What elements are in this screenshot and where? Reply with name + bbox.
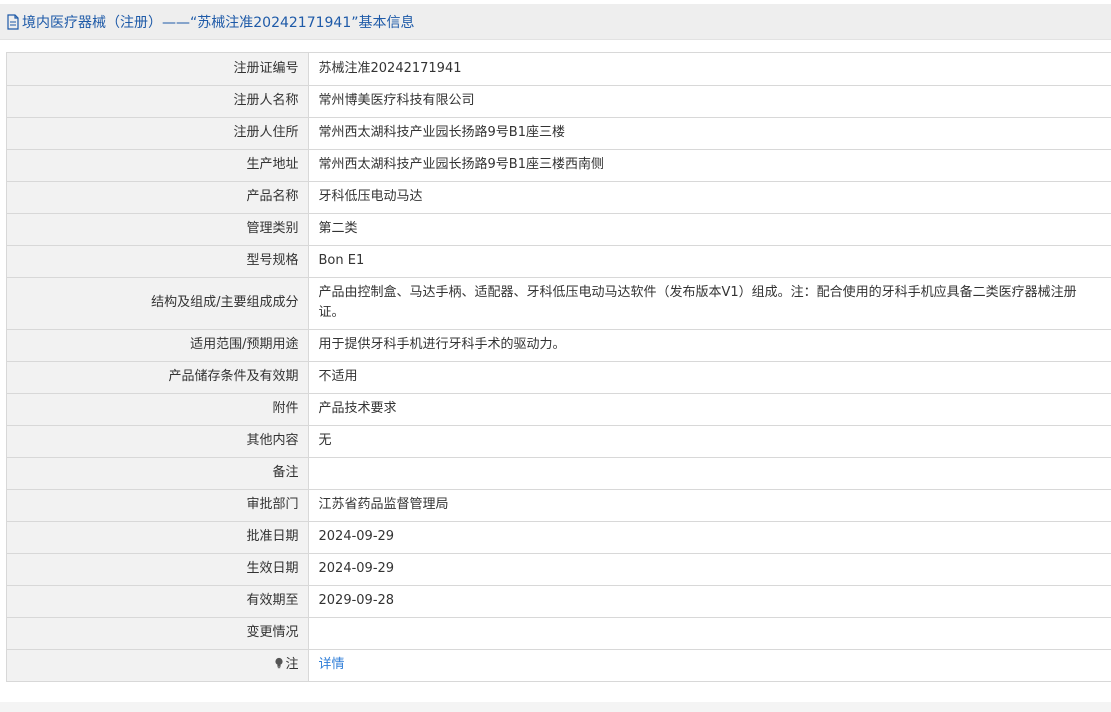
row-label: 型号规格 <box>7 245 309 278</box>
row-label: 产品储存条件及有效期 <box>7 361 309 394</box>
row-value: 用于提供牙科手机进行牙科手术的驱动力。 <box>308 329 1111 362</box>
row-value: 不适用 <box>308 361 1111 394</box>
row-value: 产品由控制盒、马达手柄、适配器、牙科低压电动马达软件（发布版本V1）组成。注：配… <box>308 277 1111 330</box>
table-row: 变更情况 <box>7 617 1111 650</box>
row-value: 无 <box>308 425 1111 458</box>
row-label: 生产地址 <box>7 149 309 182</box>
row-label: 附件 <box>7 393 309 426</box>
table-row: 审批部门 江苏省药品监督管理局 <box>7 489 1111 522</box>
row-label: 适用范围/预期用途 <box>7 329 309 362</box>
note-value-cell: 详情 <box>308 649 1111 682</box>
bottom-bar <box>0 702 1111 712</box>
note-row: 注 详情 <box>7 649 1111 682</box>
row-label: 其他内容 <box>7 425 309 458</box>
row-label: 变更情况 <box>7 617 309 650</box>
row-value: 2029-09-28 <box>308 585 1111 618</box>
row-label: 备注 <box>7 457 309 490</box>
table-row: 注册人名称 常州博美医疗科技有限公司 <box>7 85 1111 118</box>
row-value: 2024-09-29 <box>308 521 1111 554</box>
row-label: 注册人名称 <box>7 85 309 118</box>
lightbulb-icon <box>275 657 284 669</box>
table-row: 批准日期 2024-09-29 <box>7 521 1111 554</box>
note-label: 注 <box>285 657 299 672</box>
row-label: 结构及组成/主要组成成分 <box>7 277 309 330</box>
table-row: 生效日期 2024-09-29 <box>7 553 1111 586</box>
page-header: 境内医疗器械（注册）——“苏械注准20242171941”基本信息 <box>0 4 1111 40</box>
row-value: 2024-09-29 <box>308 553 1111 586</box>
table-row: 有效期至 2029-09-28 <box>7 585 1111 618</box>
page-title: 境内医疗器械（注册）——“苏械注准20242171941”基本信息 <box>22 14 415 31</box>
row-label: 注册人住所 <box>7 117 309 150</box>
row-value: 苏械注准20242171941 <box>308 53 1111 86</box>
row-value: 产品技术要求 <box>308 393 1111 426</box>
details-link[interactable]: 详情 <box>319 657 345 672</box>
row-value: 第二类 <box>308 213 1111 246</box>
document-icon <box>7 13 19 30</box>
table-row: 注册人住所 常州西太湖科技产业园长扬路9号B1座三楼 <box>7 117 1111 150</box>
table-row: 注册证编号 苏械注准20242171941 <box>7 53 1111 86</box>
table-row: 产品名称 牙科低压电动马达 <box>7 181 1111 214</box>
row-label: 生效日期 <box>7 553 309 586</box>
row-value: 江苏省药品监督管理局 <box>308 489 1111 522</box>
row-value <box>308 457 1111 490</box>
table-row: 备注 <box>7 457 1111 490</box>
row-label: 审批部门 <box>7 489 309 522</box>
row-value: 常州西太湖科技产业园长扬路9号B1座三楼西南侧 <box>308 149 1111 182</box>
table-row: 管理类别 第二类 <box>7 213 1111 246</box>
row-value: 牙科低压电动马达 <box>308 181 1111 214</box>
table-row: 适用范围/预期用途 用于提供牙科手机进行牙科手术的驱动力。 <box>7 329 1111 362</box>
row-label: 有效期至 <box>7 585 309 618</box>
table-row: 产品储存条件及有效期 不适用 <box>7 361 1111 394</box>
row-value: Bon E1 <box>308 245 1111 278</box>
row-label: 产品名称 <box>7 181 309 214</box>
row-label: 注册证编号 <box>7 53 309 86</box>
table-row: 附件 产品技术要求 <box>7 393 1111 426</box>
row-value <box>308 617 1111 650</box>
row-label: 管理类别 <box>7 213 309 246</box>
table-row: 生产地址 常州西太湖科技产业园长扬路9号B1座三楼西南侧 <box>7 149 1111 182</box>
table-row: 型号规格 Bon E1 <box>7 245 1111 278</box>
info-table: 注册证编号 苏械注准20242171941 注册人名称 常州博美医疗科技有限公司… <box>6 52 1111 682</box>
row-value: 常州西太湖科技产业园长扬路9号B1座三楼 <box>308 117 1111 150</box>
note-label-cell: 注 <box>7 649 309 682</box>
row-label: 批准日期 <box>7 521 309 554</box>
table-row: 其他内容 无 <box>7 425 1111 458</box>
row-value: 常州博美医疗科技有限公司 <box>308 85 1111 118</box>
table-row: 结构及组成/主要组成成分 产品由控制盒、马达手柄、适配器、牙科低压电动马达软件（… <box>7 277 1111 330</box>
